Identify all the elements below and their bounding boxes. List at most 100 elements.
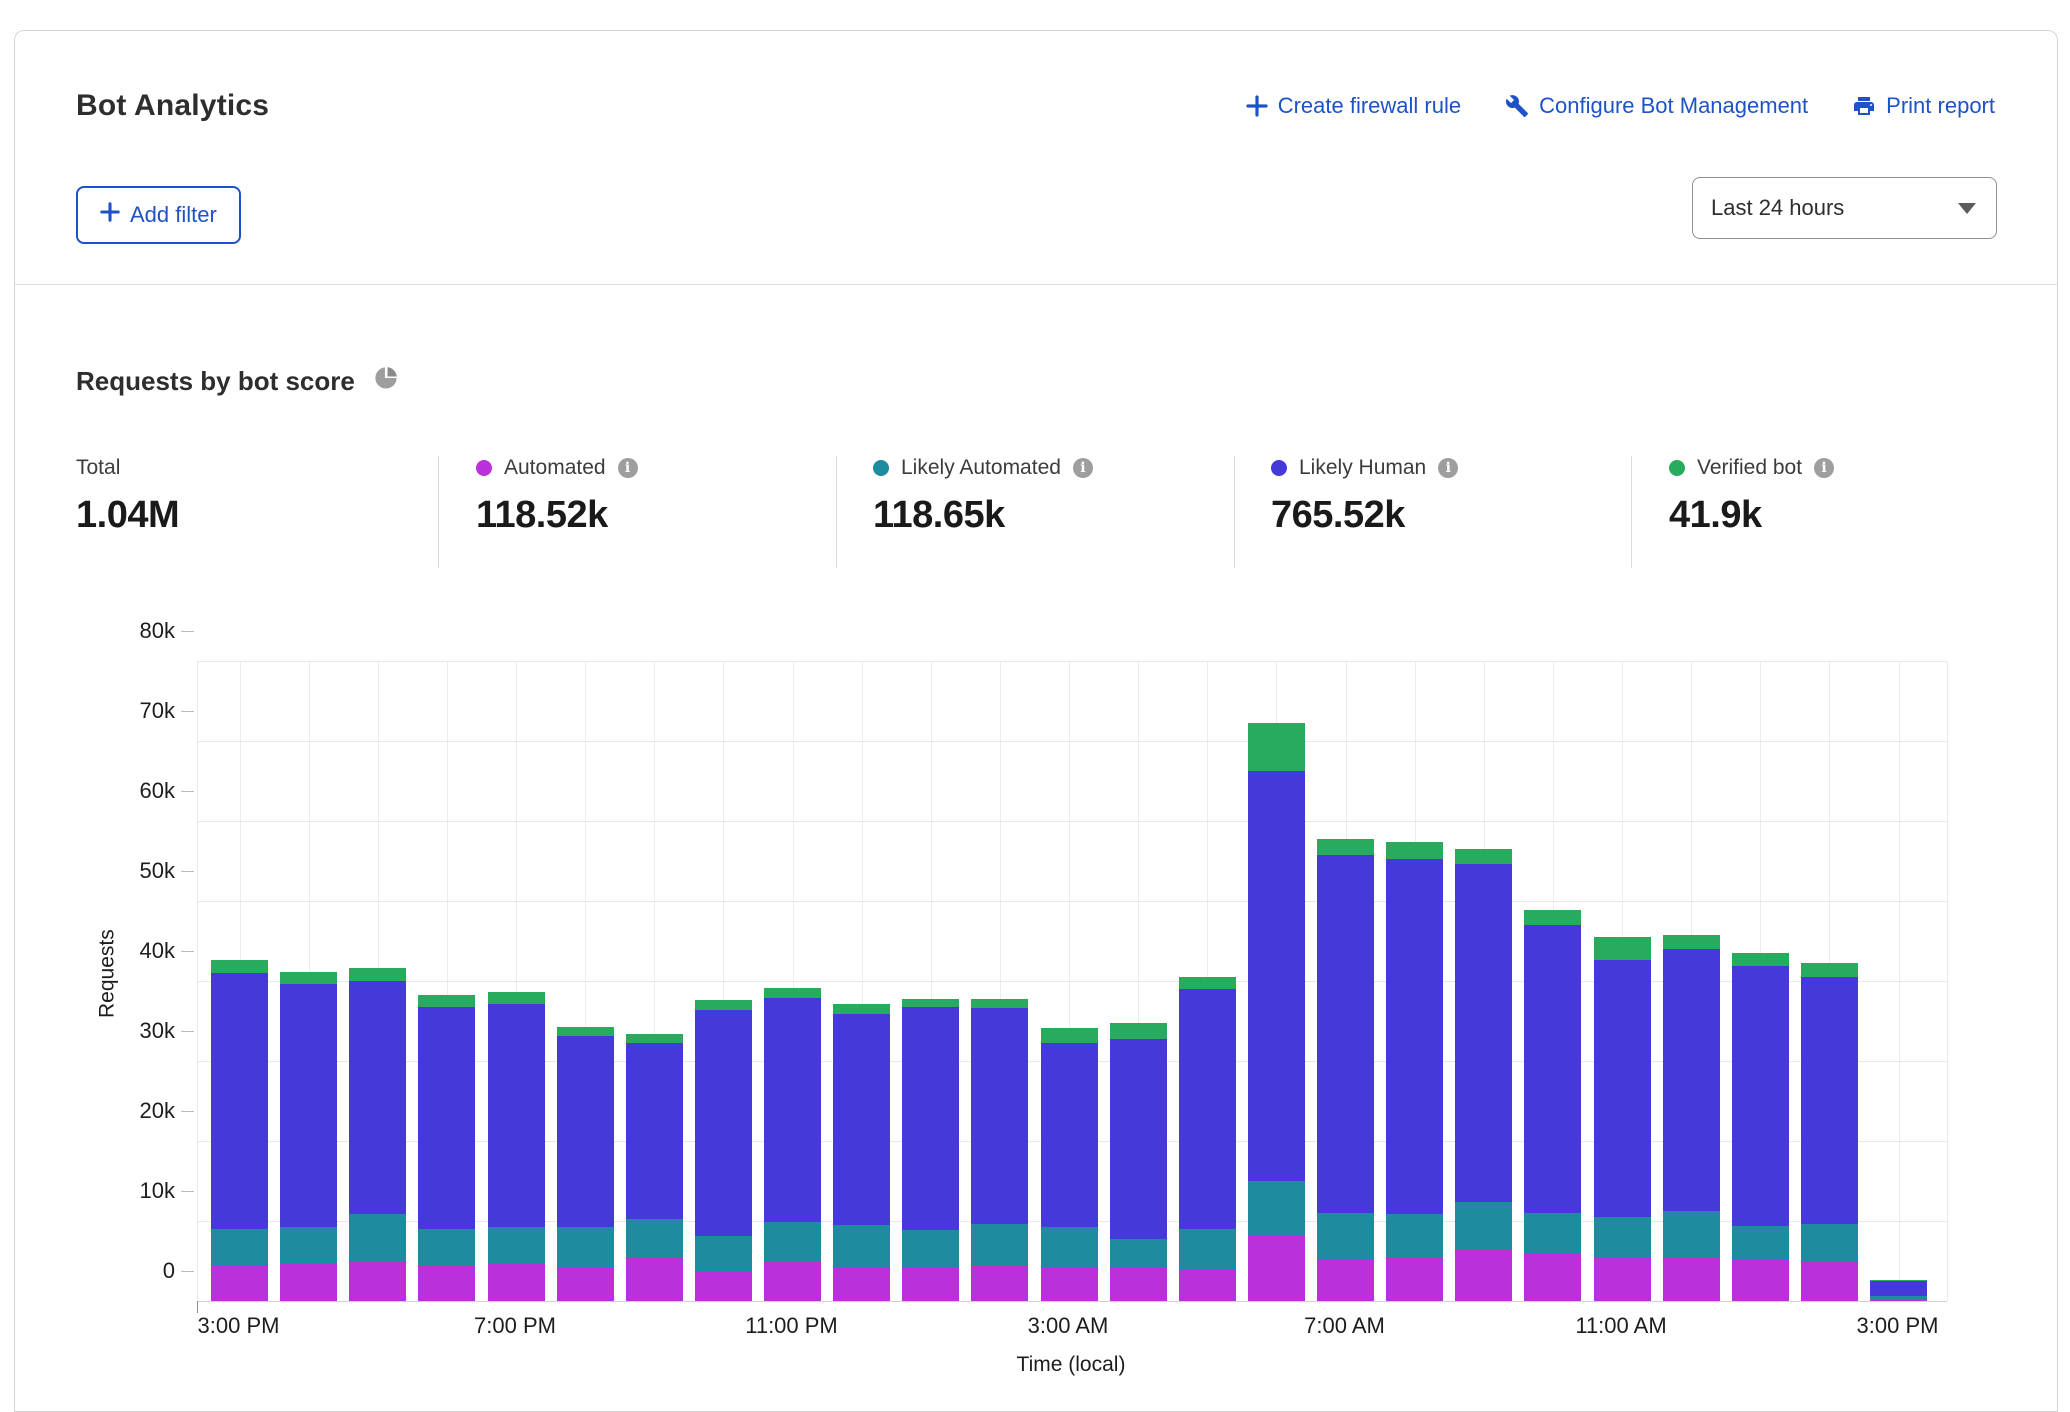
segment-likely-automated xyxy=(1386,1214,1443,1258)
bar-6-00-am[interactable] xyxy=(1248,723,1305,1301)
y-tick-label: 50k xyxy=(105,858,175,884)
segment-likely-human xyxy=(626,1043,683,1219)
segment-likely-human xyxy=(1801,977,1858,1224)
segment-verified-bot xyxy=(971,999,1028,1008)
bar-9-00-pm[interactable] xyxy=(626,1034,683,1301)
pie-chart-icon xyxy=(373,365,399,398)
y-tick-label: 20k xyxy=(105,1098,175,1124)
stat-label: Total xyxy=(76,456,120,480)
segment-verified-bot xyxy=(1248,723,1305,771)
segment-likely-automated xyxy=(971,1224,1028,1266)
stat-label: Verified bot xyxy=(1697,456,1802,480)
automated-legend-dot xyxy=(476,460,492,476)
bar-8-00-am[interactable] xyxy=(1386,842,1443,1301)
segment-verified-bot xyxy=(1455,849,1512,864)
segment-likely-human xyxy=(1110,1039,1167,1239)
configure-bot-management-label: Configure Bot Management xyxy=(1539,93,1808,119)
segment-automated xyxy=(1317,1259,1374,1301)
plus-icon xyxy=(1246,95,1268,117)
segment-automated xyxy=(418,1266,475,1301)
info-icon[interactable]: i xyxy=(1814,458,1834,478)
gridline-x xyxy=(1899,661,1900,1301)
gridline-y-80k xyxy=(198,661,1947,662)
stat-verified-bot: Verified boti41.9k xyxy=(1669,456,1834,537)
section-title: Requests by bot score xyxy=(76,365,399,398)
segment-likely-automated xyxy=(902,1230,959,1268)
segment-likely-automated xyxy=(488,1227,545,1265)
bar-2-00-am[interactable] xyxy=(971,999,1028,1301)
bar-8-00-pm[interactable] xyxy=(557,1027,614,1301)
x-tick-label: 11:00 AM xyxy=(1575,1313,1666,1339)
stat-divider xyxy=(438,456,439,568)
segment-likely-automated xyxy=(1663,1211,1720,1258)
stat-value: 1.04M xyxy=(76,494,179,537)
segment-verified-bot xyxy=(418,995,475,1007)
y-tick-mark xyxy=(181,871,194,872)
bar-11-00-pm[interactable] xyxy=(764,988,821,1301)
info-icon[interactable]: i xyxy=(618,458,638,478)
info-icon[interactable]: i xyxy=(1073,458,1093,478)
segment-automated xyxy=(1041,1267,1098,1301)
x-tick-label: 7:00 PM xyxy=(474,1313,556,1339)
bar-1-00-am[interactable] xyxy=(902,999,959,1301)
segment-likely-human xyxy=(1663,949,1720,1211)
segment-likely-automated xyxy=(1248,1181,1305,1235)
bar-7-00-am[interactable] xyxy=(1317,839,1374,1301)
bar-4-00-pm[interactable] xyxy=(280,972,337,1301)
bar-3-00-pm[interactable] xyxy=(211,960,268,1301)
segment-verified-bot xyxy=(1041,1028,1098,1043)
segment-likely-human xyxy=(902,1007,959,1230)
bar-5-00-pm[interactable] xyxy=(349,968,406,1301)
gridline-y-70k xyxy=(198,741,1947,742)
segment-automated xyxy=(1870,1299,1927,1301)
chevron-down-icon xyxy=(1958,203,1976,214)
segment-likely-automated xyxy=(1524,1213,1581,1253)
segment-verified-bot xyxy=(488,992,545,1004)
x-tick-label: 11:00 PM xyxy=(745,1313,838,1339)
bar-3-00-am[interactable] xyxy=(1041,1028,1098,1301)
bar-7-00-pm[interactable] xyxy=(488,992,545,1301)
bar-10-00-am[interactable] xyxy=(1524,910,1581,1301)
print-report-label: Print report xyxy=(1886,93,1995,119)
bar-11-00-am[interactable] xyxy=(1594,937,1651,1301)
y-tick-label: 70k xyxy=(105,698,175,724)
bar-2-00-pm[interactable] xyxy=(1801,963,1858,1301)
time-range-select[interactable]: Last 24 hours xyxy=(1692,177,1997,239)
segment-likely-automated xyxy=(1594,1217,1651,1257)
bar-6-00-pm[interactable] xyxy=(418,995,475,1301)
segment-verified-bot xyxy=(1110,1023,1167,1038)
y-tick-mark xyxy=(181,1031,194,1032)
x-tick-label: 3:00 PM xyxy=(198,1313,280,1339)
segment-likely-automated xyxy=(211,1229,268,1265)
bar-12-00-am[interactable] xyxy=(833,1004,890,1301)
segment-verified-bot xyxy=(280,972,337,984)
segment-verified-bot xyxy=(1594,937,1651,960)
page-title: Bot Analytics xyxy=(76,89,269,123)
segment-likely-automated xyxy=(418,1229,475,1266)
stat-label: Likely Human xyxy=(1299,456,1426,480)
likely-automated-legend-dot xyxy=(873,460,889,476)
bar-12-00-pm[interactable] xyxy=(1663,935,1720,1301)
segment-likely-human xyxy=(764,998,821,1222)
segment-likely-automated xyxy=(1110,1239,1167,1267)
print-report-link[interactable]: Print report xyxy=(1852,93,1995,119)
bar-4-00-am[interactable] xyxy=(1110,1023,1167,1301)
segment-automated xyxy=(1801,1262,1858,1301)
bar-10-00-pm[interactable] xyxy=(695,1000,752,1301)
segment-likely-human xyxy=(1455,864,1512,1202)
segment-likely-automated xyxy=(1801,1224,1858,1262)
bar-1-00-pm[interactable] xyxy=(1732,953,1789,1301)
segment-automated xyxy=(1594,1257,1651,1301)
y-tick-mark xyxy=(181,951,194,952)
gridline-y-60k xyxy=(198,821,1947,822)
create-firewall-rule-link[interactable]: Create firewall rule xyxy=(1246,93,1461,119)
segment-automated xyxy=(1455,1250,1512,1301)
bar-5-00-am[interactable] xyxy=(1179,977,1236,1301)
configure-bot-management-link[interactable]: Configure Bot Management xyxy=(1505,93,1808,119)
bar-3-00-pm[interactable] xyxy=(1870,1280,1927,1301)
y-tick-label: 0 xyxy=(105,1258,175,1284)
segment-verified-bot xyxy=(833,1004,890,1014)
info-icon[interactable]: i xyxy=(1438,458,1458,478)
add-filter-button[interactable]: Add filter xyxy=(76,186,241,244)
bar-9-00-am[interactable] xyxy=(1455,849,1512,1301)
